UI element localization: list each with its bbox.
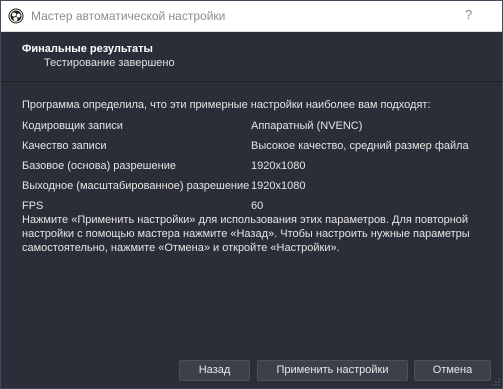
setting-value: 1920x1080 — [251, 160, 306, 172]
page-title: Финальные результаты — [22, 43, 153, 55]
question-icon[interactable]: ? — [465, 7, 472, 22]
cancel-button[interactable]: Отмена — [414, 360, 491, 381]
setting-value: Высокое качество, средний размер файла — [251, 140, 469, 152]
instructions-text: Нажмите «Применить настройки» для исполь… — [22, 214, 470, 254]
setting-label: Выходное (масштабированное) разрешение — [22, 180, 250, 192]
wizard-window: Мастер автоматической настройки ? Финаль… — [0, 0, 503, 389]
intro-text: Программа определила, что эти примерные … — [22, 99, 431, 111]
setting-label: Базовое (основа) разрешение — [22, 160, 176, 172]
setting-label: FPS — [22, 200, 44, 212]
page-header: Финальные результаты Тестирование заверш… — [1, 32, 502, 80]
apply-settings-button[interactable]: Применить настройки — [257, 360, 408, 381]
page-subtitle: Тестирование завершено — [44, 57, 175, 69]
setting-label: Кодировщик записи — [22, 120, 123, 132]
setting-value: Аппаратный (NVENC) — [251, 120, 363, 132]
resize-grip-icon[interactable] — [492, 378, 500, 386]
setting-label: Качество записи — [22, 140, 107, 152]
header-divider — [1, 81, 502, 82]
setting-value: 60 — [251, 200, 264, 212]
back-button[interactable]: Назад — [179, 360, 250, 381]
window-title: Мастер автоматической настройки — [31, 9, 226, 23]
title-bar[interactable]: Мастер автоматической настройки ? — [1, 1, 502, 32]
obs-logo-icon — [8, 8, 24, 24]
setting-value: 1920x1080 — [251, 180, 306, 192]
